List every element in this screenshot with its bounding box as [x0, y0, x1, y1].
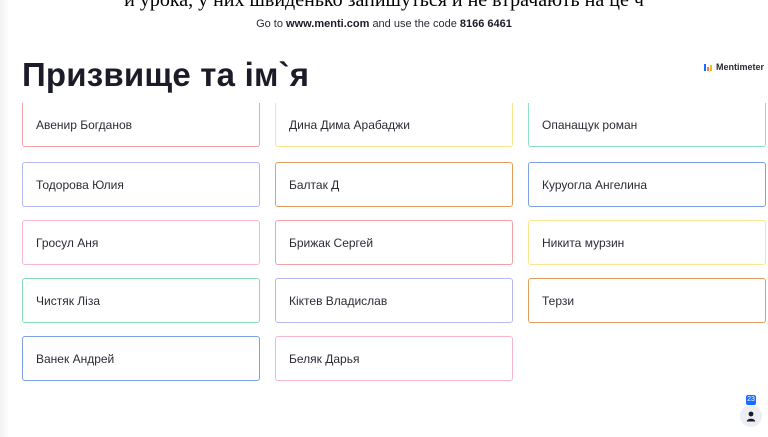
join-instructions: Go to www.menti.com and use the code 816…: [0, 18, 768, 30]
response-card: Брижак Сергей: [275, 220, 513, 265]
participant-count-badge: 23: [746, 395, 756, 405]
response-text: Куруогла Ангелина: [542, 177, 648, 192]
join-prefix: Go to: [256, 18, 283, 30]
join-code: 8166 6461: [459, 18, 512, 30]
response-text: Балтак Д: [289, 177, 340, 192]
response-card: Никита мурзин: [528, 220, 766, 265]
response-text: Беляк Дарья: [289, 351, 360, 366]
response-text: Ванек Андрей: [36, 351, 115, 366]
response-card: Тодорова Юлия: [22, 162, 260, 207]
response-card: Дина Дима Арабаджи: [275, 103, 513, 147]
mentimeter-brand: Mentimeter: [703, 62, 764, 72]
response-card: Опанащук роман: [528, 103, 766, 147]
responses-grid: Авенир Богданов Дина Дима Арабаджи Опанащу…: [22, 103, 767, 383]
response-card: Ванек Андрей: [22, 336, 260, 381]
brand-name: Mentimeter: [715, 62, 764, 72]
response-card: Чистяк Ліза: [22, 278, 260, 323]
response-text: Опанащук роман: [542, 117, 638, 132]
response-text: Брижак Сергей: [289, 235, 374, 250]
join-middle: and use the code: [372, 18, 457, 30]
response-card: Авенир Богданов: [22, 103, 260, 147]
response-card: Балтак Д: [275, 162, 513, 207]
response-text: Дина Дима Арабаджи: [289, 117, 410, 132]
mentimeter-logo-icon: [703, 63, 713, 71]
person-icon: [740, 405, 762, 427]
response-text: Никита мурзин: [542, 235, 625, 250]
response-card: Терзи: [528, 278, 766, 323]
response-text: Авенир Богданов: [36, 117, 132, 132]
cropped-banner-text: и урока, у них швиденько запишуться й не…: [124, 0, 644, 11]
response-card: Гросул Аня: [22, 220, 260, 265]
response-text: Тодорова Юлия: [36, 177, 124, 192]
response-text: Кіктев Владислав: [289, 293, 388, 308]
response-text: Гросул Аня: [36, 235, 99, 250]
slide-title: Призвище та ім`я: [22, 56, 310, 93]
response-text: Чистяк Ліза: [36, 293, 100, 308]
join-url[interactable]: www.menti.com: [286, 18, 369, 30]
response-card: Кіктев Владислав: [275, 278, 513, 323]
left-edge-shadow: [0, 0, 9, 437]
response-text: Терзи: [542, 293, 575, 308]
response-card: Беляк Дарья: [275, 336, 513, 381]
participant-counter[interactable]: 23: [740, 395, 762, 429]
response-card: Куруогла Ангелина: [528, 162, 766, 207]
